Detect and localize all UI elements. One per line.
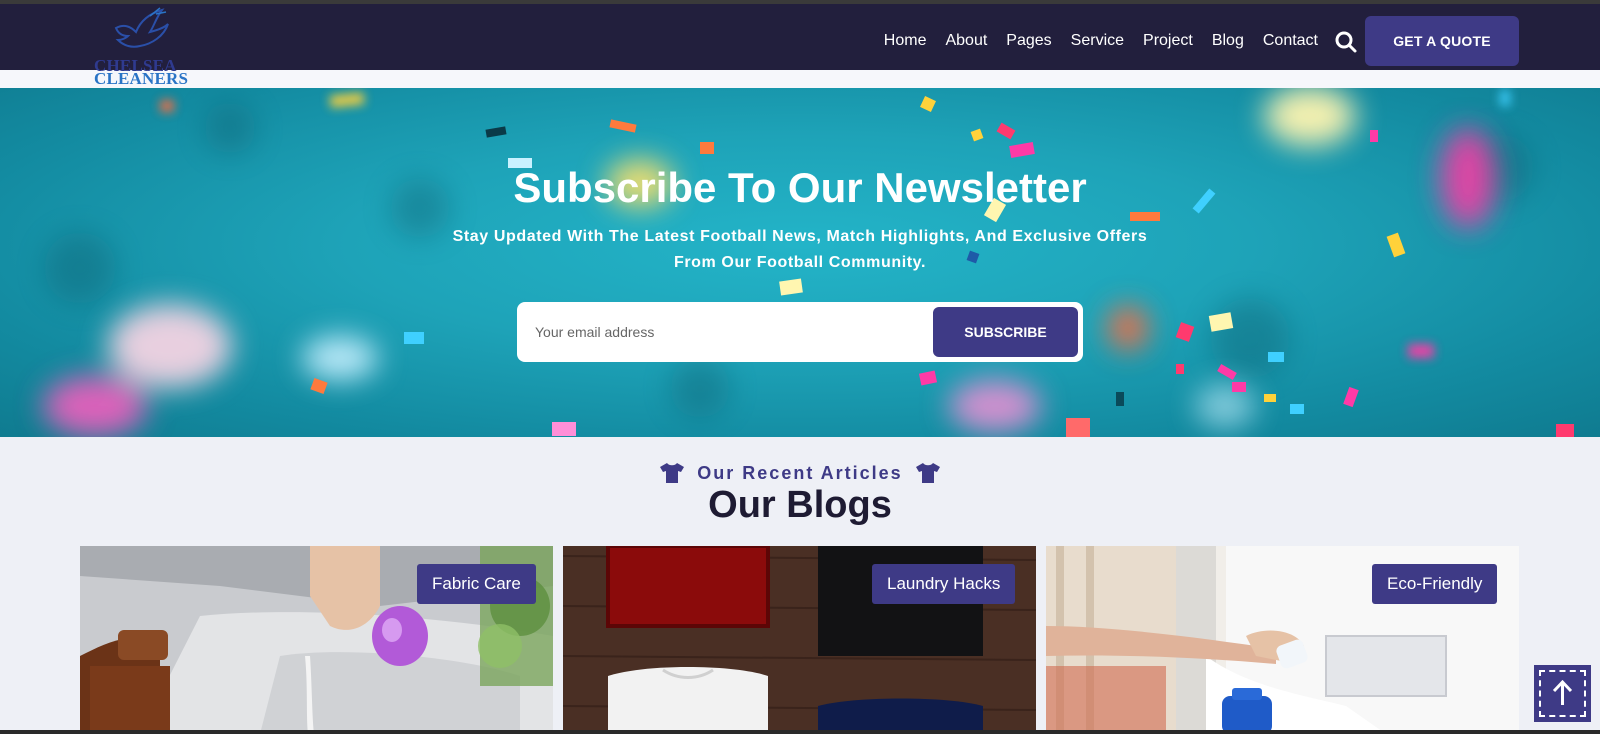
arrow-up-icon [1552, 679, 1573, 705]
email-input[interactable] [535, 312, 915, 352]
blogs-title: Our Blogs [708, 484, 892, 526]
blogs-eyebrow-label: Our Recent Articles [697, 462, 903, 483]
bottom-border [0, 730, 1600, 734]
nav-contact-link[interactable]: Contact [1263, 32, 1318, 50]
blog-card[interactable]: Fabric Care [80, 546, 553, 734]
blog-tag-fabric-care[interactable]: Fabric Care [417, 564, 536, 604]
blog-tag-laundry-hacks[interactable]: Laundry Hacks [872, 564, 1016, 604]
tshirt-icon [660, 463, 685, 483]
get-a-quote-button[interactable]: GET A QUOTE [1365, 16, 1519, 66]
nav-pages-link[interactable]: Pages [1006, 32, 1051, 50]
nav-blog-link[interactable]: Blog [1212, 32, 1244, 50]
dove-icon [114, 7, 169, 48]
nav-about-link[interactable]: About [945, 32, 987, 50]
site-header: Home About Pages Service Project Blog Co… [0, 4, 1600, 70]
header-divider [0, 70, 1600, 88]
main-nav: Home About Pages Service Project Blog Co… [884, 8, 1318, 74]
subscribe-button[interactable]: SUBSCRIBE [933, 307, 1078, 357]
blog-tag-eco-friendly[interactable]: Eco-Friendly [1372, 564, 1498, 604]
brand-logo[interactable]: CHELSEA CLEANERS [94, 6, 194, 88]
nav-service-link[interactable]: Service [1071, 32, 1124, 50]
blogs-eyebrow: Our Recent Articles [0, 462, 1600, 484]
newsletter-title: Subscribe To Our Newsletter [513, 164, 1087, 211]
tshirt-icon [915, 463, 940, 483]
subscribe-form: SUBSCRIBE [517, 302, 1083, 362]
blog-card[interactable]: Laundry Hacks [563, 546, 1036, 734]
back-to-top-button[interactable] [1534, 665, 1591, 722]
nav-home-link[interactable]: Home [884, 32, 927, 50]
search-icon[interactable] [1334, 30, 1358, 54]
brand-name-line2: CLEANERS [94, 69, 189, 88]
nav-project-link[interactable]: Project [1143, 32, 1193, 50]
newsletter-subtitle: Stay Updated With The Latest Football Ne… [452, 228, 1148, 271]
blog-card[interactable]: Eco-Friendly [1046, 546, 1519, 734]
newsletter-section: Subscribe To Our Newsletter Stay Updated… [0, 88, 1600, 437]
